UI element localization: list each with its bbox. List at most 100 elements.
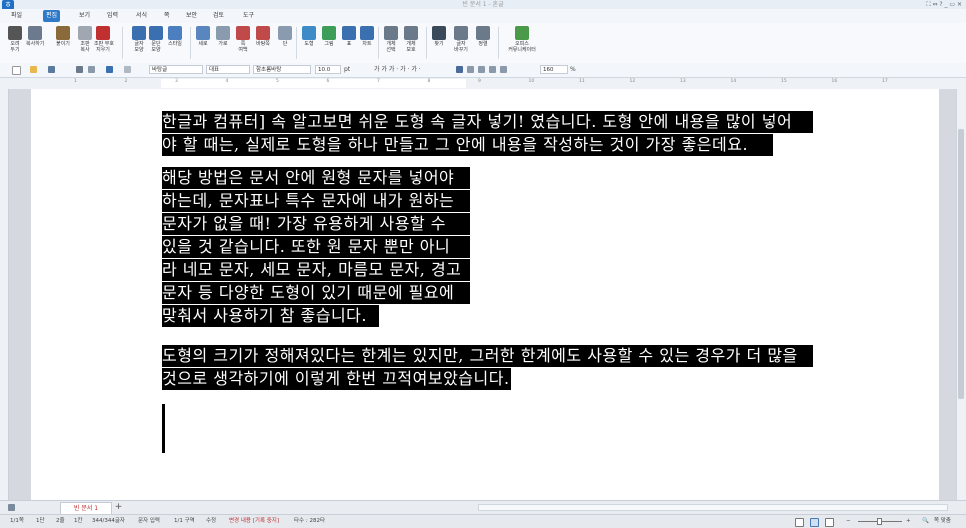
menu-view[interactable]: 보기 [76,9,93,23]
menu-review[interactable]: 검토 [210,9,227,23]
horizontal-scrollbar[interactable] [478,504,948,511]
selected-text-line[interactable]: 해당 방법은 문서 안에 원형 문자를 넣어야 [162,167,470,189]
selected-text-line[interactable]: 야 할 때는, 실제로 도형을 하나 만들고 그 안에 내용을 작성하는 것이 … [162,134,773,156]
view-page-icon[interactable] [810,518,819,527]
view-web-icon[interactable] [825,518,834,527]
ribbon-button-select-object[interactable]: 개체 선택 [382,26,400,53]
ribbon-button-margin[interactable]: 쪽 여백 [234,26,252,53]
zoom-in-icon[interactable]: + [906,515,911,528]
vertical-scrollbar[interactable] [956,89,966,500]
menu-file[interactable]: 파일 [8,9,25,23]
menu-insert[interactable]: 입력 [104,9,121,23]
undo-icon[interactable] [106,66,113,73]
ruler-number: 16 [831,79,838,84]
status-section: 1단 [36,518,45,524]
status-track-changes[interactable]: 변경 내용 [기록 중지] [229,515,279,528]
zoom-unit[interactable]: % [570,65,576,75]
ribbon-button-communicator[interactable]: 오피스 커뮤니케이터 [502,26,542,53]
zoom-out-icon[interactable]: − [846,515,851,528]
ribbon-button-table[interactable]: 표 [340,26,358,47]
status-bar: 1/1쪽 1단 2줄 1칸 344/344글자 문자 입력 1/1 구역 수정 … [0,514,966,528]
align-distribute-icon[interactable] [500,66,507,73]
table-icon [342,26,356,40]
ribbon-button-paste[interactable]: 붙이기 [54,26,72,47]
zoom-fit-label[interactable]: 쪽 맞춤 [934,515,951,528]
status-edit-mode[interactable]: 수정 [206,515,216,528]
selected-text-line[interactable]: 맞춰서 사용하기 참 좋습니다. [162,305,379,327]
ribbon-button-label: 복사하기 [26,41,45,47]
tab-list-icon[interactable] [8,504,15,511]
menu-security[interactable]: 보안 [183,9,200,23]
align-center-icon[interactable] [478,66,485,73]
ribbon-button-style[interactable]: 스타일 [166,26,184,47]
preview-icon[interactable] [88,66,95,73]
format-toolbar: 바탕글 대표 함초롬바탕 10.0 pt 가 가 가 · 가 · 가 · 160… [0,63,966,78]
redo-icon[interactable] [124,66,131,73]
ribbon-button-replace[interactable]: 글자 바꾸기 [452,26,470,53]
ribbon-button-shape[interactable]: 도형 [300,26,318,47]
ribbon-button-erase-format[interactable]: 조판 부호 지우기 [94,26,114,53]
scrollbar-thumb[interactable] [958,129,964,399]
style-select[interactable]: 바탕글 [149,65,203,74]
align-justify-icon[interactable] [456,66,463,73]
zoom-slider-knob[interactable] [877,518,882,525]
add-tab-button[interactable]: + [112,502,125,513]
selected-text-line[interactable]: 있을 것 같습니다. 또한 원 문자 뿐만 아니 [162,236,470,258]
align-left-icon[interactable] [467,66,474,73]
ribbon-button-columns[interactable]: 단 [276,26,294,47]
ribbon-button-master-page[interactable]: 바탕쪽 [254,26,272,47]
ribbon-button-label: 오피스 커뮤니케이터 [508,41,536,53]
font-size-input[interactable]: 10.0 [315,65,341,74]
menu-page[interactable]: 쪽 [161,9,173,23]
status-input-mode[interactable]: 문자 입력 [138,515,160,528]
menu-format[interactable]: 서식 [133,9,150,23]
ribbon-button-copy[interactable]: 복사하기 [26,26,44,47]
ribbon-button-label: 찾기 [434,41,444,47]
selected-text-line[interactable]: 한글과 컴퓨터] 속 알고보면 쉬운 도형 속 글자 넣기! 였습니다. 도형 … [162,111,813,133]
ribbon-button-para-shape[interactable]: 문단 모양 [147,26,165,53]
magnifier-icon[interactable]: 🔍 [922,515,929,528]
selected-text-line[interactable]: 도형의 크기가 정해져있다는 한계는 있지만, 그러한 한계에도 사용할 수 있… [162,345,813,367]
selected-text-line[interactable]: 것으로 생각하기에 이렇게 한번 끄적여보았습니다. [162,368,511,390]
char-format-buttons[interactable]: 가 가 가 · 가 · 가 · [374,65,421,75]
ruler-number: 8 [427,79,431,84]
align-right-icon[interactable] [489,66,496,73]
font-size-unit[interactable]: pt [344,65,350,75]
ribbon-button-image[interactable]: 그림 [320,26,338,47]
print-icon[interactable] [76,66,83,73]
selected-text-line[interactable]: 문자가 없을 때! 가장 유용하게 사용할 수 [162,213,470,235]
open-icon[interactable] [30,66,37,73]
ruler-number: 13 [680,79,686,84]
font-select[interactable]: 함초롬바탕 [253,65,311,74]
text-cursor-selection [162,404,165,453]
window-controls[interactable]: ⛶ ⇔ ? _ ▭ ✕ [926,0,962,9]
ribbon-button-scissors[interactable]: 오려 두기 [6,26,24,53]
ribbon-button-protect-object[interactable]: 개체 보호 [402,26,420,53]
menu-tools[interactable]: 도구 [240,9,257,23]
ribbon-button-label: 도형 [304,41,314,47]
selected-text-line[interactable]: 하는데, 문자표나 특수 문자에 내가 원하는 [162,190,470,212]
ribbon-button-portrait[interactable]: 세로 [194,26,212,47]
ribbon-button-sort[interactable]: 정렬 [474,26,492,47]
find-icon [432,26,446,40]
new-doc-icon[interactable] [12,66,21,75]
vertical-ruler[interactable] [0,89,9,500]
title-bar: ㅎ 빈 문서 1 - 혼글 ⛶ ⇔ ? _ ▭ ✕ [0,0,966,10]
communicator-icon [515,26,529,40]
language-select[interactable]: 대표 [206,65,250,74]
selected-text-line[interactable]: 문자 등 다양한 도형이 있기 때문에 필요에 [162,282,470,304]
zoom-input[interactable]: 160 [540,65,568,74]
selected-text-line[interactable]: 라 네모 문자, 세모 문자, 마름모 문자, 경고 [162,259,470,281]
ribbon-button-find[interactable]: 찾기 [430,26,448,47]
ribbon-button-label: 그림 [324,41,334,47]
save-icon[interactable] [48,66,55,73]
ribbon-button-char-shape[interactable]: 글자 모양 [130,26,148,53]
style-icon [168,26,182,40]
ribbon-button-landscape[interactable]: 가로 [214,26,232,47]
tab-document-1[interactable]: 빈 문서 1 [60,502,112,514]
ribbon-button-label: 바탕쪽 [256,41,270,47]
menu-edit[interactable]: 편집 [43,10,61,22]
ribbon-button-format-copy[interactable]: 조판 복사 [76,26,94,53]
ribbon-button-chart[interactable]: 차트 [358,26,376,47]
view-normal-icon[interactable] [795,518,804,527]
